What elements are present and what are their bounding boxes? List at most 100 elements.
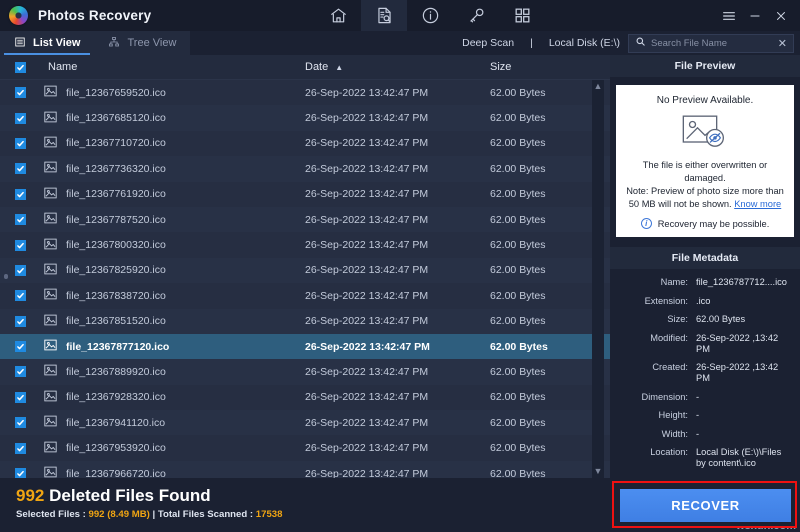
table-row[interactable]: file_12367710720.ico 26-Sep-2022 13:42:47… bbox=[0, 130, 610, 157]
scan-drive-label: Local Disk (E:\) bbox=[548, 37, 620, 49]
row-date: 26-Sep-2022 13:42:47 PM bbox=[305, 467, 429, 478]
file-rows[interactable]: file_12367659520.ico 26-Sep-2022 13:42:47… bbox=[0, 80, 610, 478]
metadata-value: Local Disk (E:\)\Files by content\.ico bbox=[696, 447, 782, 468]
deleted-files-count: 992 bbox=[16, 486, 45, 505]
no-preview-headline: No Preview Available. bbox=[656, 95, 754, 106]
row-date: 26-Sep-2022 13:42:47 PM bbox=[305, 416, 429, 429]
metadata-key: Extension: bbox=[644, 295, 688, 306]
table-row[interactable]: file_12367953920.ico 26-Sep-2022 13:42:47… bbox=[0, 435, 610, 461]
row-date: 26-Sep-2022 13:42:47 PM bbox=[305, 86, 429, 99]
image-file-icon bbox=[44, 238, 57, 253]
row-name-cell: file_12367889920.ico bbox=[40, 364, 305, 379]
file-metadata-section: File Metadata Name: file_1236787712....ic… bbox=[610, 247, 800, 469]
view-tab-bar: List View Tree View Deep Scan | Local Di… bbox=[0, 31, 800, 55]
metadata-row: Name: file_1236787712....ico bbox=[610, 277, 792, 288]
metadata-value: - bbox=[696, 410, 700, 420]
tab-tree-view-label: Tree View bbox=[127, 37, 177, 49]
broken-image-icon bbox=[622, 112, 788, 152]
tree-view-icon bbox=[108, 36, 120, 51]
row-checkbox[interactable] bbox=[0, 214, 40, 226]
select-all-checkbox[interactable] bbox=[0, 61, 40, 73]
row-checkbox[interactable] bbox=[0, 391, 40, 403]
total-scanned-value: 17538 bbox=[255, 509, 283, 520]
row-checkbox[interactable] bbox=[0, 417, 40, 429]
image-file-icon bbox=[44, 390, 57, 405]
row-date: 26-Sep-2022 13:42:47 PM bbox=[305, 188, 429, 201]
image-file-icon bbox=[44, 288, 57, 303]
table-row[interactable]: file_12367877120.ico 26-Sep-2022 13:42:47… bbox=[0, 333, 610, 360]
row-checkbox[interactable] bbox=[0, 442, 40, 454]
table-row[interactable]: file_12367685120.ico 26-Sep-2022 13:42:47… bbox=[0, 105, 610, 131]
metadata-row: Modified: 26-Sep-2022 ,13:42 PM bbox=[610, 333, 792, 355]
table-row[interactable]: file_12367761920.ico 26-Sep-2022 13:42:47… bbox=[0, 181, 610, 207]
row-checkbox[interactable] bbox=[0, 468, 40, 478]
home-icon[interactable] bbox=[315, 0, 361, 31]
summary-divider: | bbox=[149, 509, 158, 520]
file-metadata-list: Name: file_1236787712....ico Extension: .ic… bbox=[610, 269, 800, 469]
row-checkbox[interactable] bbox=[0, 137, 40, 149]
table-row[interactable]: file_12367941120.ico 26-Sep-2022 13:42:47… bbox=[0, 410, 610, 436]
scroll-down-icon[interactable]: ▼ bbox=[594, 467, 603, 476]
table-row[interactable]: file_12367800320.ico 26-Sep-2022 13:42:47… bbox=[0, 232, 610, 258]
list-vertical-scrollbar[interactable]: ▲ ▼ bbox=[592, 80, 604, 478]
row-checkbox[interactable] bbox=[0, 290, 40, 302]
row-checkbox[interactable] bbox=[0, 341, 40, 353]
column-header-date[interactable]: Date ▲ bbox=[305, 61, 490, 73]
search-box[interactable]: Search File Name ✕ bbox=[628, 33, 794, 53]
metadata-row: Height: - bbox=[610, 410, 792, 421]
table-row[interactable]: file_12367966720.ico 26-Sep-2022 13:42:47… bbox=[0, 460, 610, 478]
preview-message-line4: 50 MB will not be shown. bbox=[628, 199, 732, 209]
metadata-row: Extension: .ico bbox=[610, 296, 792, 307]
row-file-name: file_12367685120.ico bbox=[66, 112, 166, 125]
metadata-key: Size: bbox=[667, 314, 688, 324]
row-file-name: file_12367877120.ico bbox=[66, 340, 170, 353]
hamburger-menu-icon[interactable] bbox=[716, 0, 742, 31]
table-row[interactable]: file_12367736320.ico 26-Sep-2022 13:42:47… bbox=[0, 156, 610, 182]
row-checkbox[interactable] bbox=[0, 315, 40, 327]
scroll-up-icon[interactable]: ▲ bbox=[594, 82, 603, 91]
grid-apps-icon[interactable] bbox=[499, 0, 545, 31]
tab-tree-view[interactable]: Tree View bbox=[94, 31, 191, 55]
close-icon[interactable] bbox=[768, 0, 794, 31]
row-name-cell: file_12367966720.ico bbox=[40, 466, 305, 478]
table-row[interactable]: file_12367659520.ico 26-Sep-2022 13:42:47… bbox=[0, 80, 610, 106]
metadata-value: - bbox=[696, 428, 700, 439]
row-checkbox[interactable] bbox=[0, 112, 40, 124]
metadata-key: Dimension: bbox=[641, 391, 688, 402]
info-circle-icon: i bbox=[640, 218, 652, 229]
table-row[interactable]: file_12367851520.ico 26-Sep-2022 13:42:47… bbox=[0, 308, 610, 334]
window-controls bbox=[716, 0, 794, 31]
row-checkbox[interactable] bbox=[0, 366, 40, 378]
minimize-icon[interactable] bbox=[742, 0, 768, 31]
file-preview-title: File Preview bbox=[610, 55, 800, 77]
table-row[interactable]: file_12367889920.ico 26-Sep-2022 13:42:47… bbox=[0, 359, 610, 385]
metadata-key: Height: bbox=[658, 410, 688, 420]
row-date: 26-Sep-2022 13:42:47 PM bbox=[305, 340, 430, 353]
table-row[interactable]: file_12367825920.ico 26-Sep-2022 13:42:47… bbox=[0, 257, 610, 284]
table-row[interactable]: file_12367928320.ico 26-Sep-2022 13:42:47… bbox=[0, 384, 610, 411]
preview-message-line3: Note: Preview of photo size more than bbox=[626, 186, 784, 196]
row-checkbox[interactable] bbox=[0, 163, 40, 175]
search-input[interactable]: Search File Name bbox=[651, 38, 773, 49]
image-file-icon bbox=[44, 263, 57, 278]
row-checkbox[interactable] bbox=[0, 239, 40, 251]
row-checkbox[interactable] bbox=[0, 87, 40, 99]
key-icon[interactable] bbox=[453, 0, 499, 31]
row-name-cell: file_12367825920.ico bbox=[40, 263, 305, 278]
image-file-icon bbox=[44, 136, 57, 151]
scan-document-icon[interactable] bbox=[361, 0, 407, 31]
preview-metadata-panel: File Preview No Preview Available. The f… bbox=[610, 55, 800, 478]
row-checkbox[interactable] bbox=[0, 188, 40, 200]
search-clear-icon[interactable]: ✕ bbox=[778, 37, 787, 50]
table-row[interactable]: file_12367787520.ico 26-Sep-2022 13:42:47… bbox=[0, 206, 610, 233]
row-file-name: file_12367941120.ico bbox=[66, 416, 166, 429]
tab-list-view[interactable]: List View bbox=[0, 31, 95, 55]
image-file-icon bbox=[44, 187, 57, 202]
table-row[interactable]: file_12367838720.ico 26-Sep-2022 13:42:47… bbox=[0, 283, 610, 309]
column-header-size[interactable]: Size bbox=[490, 61, 610, 73]
know-more-link[interactable]: Know more bbox=[734, 199, 781, 209]
scrollbar-thumb[interactable] bbox=[4, 274, 8, 279]
info-icon[interactable] bbox=[407, 0, 453, 31]
column-header-name[interactable]: Name bbox=[40, 61, 305, 73]
recover-button[interactable]: RECOVER bbox=[620, 489, 791, 522]
